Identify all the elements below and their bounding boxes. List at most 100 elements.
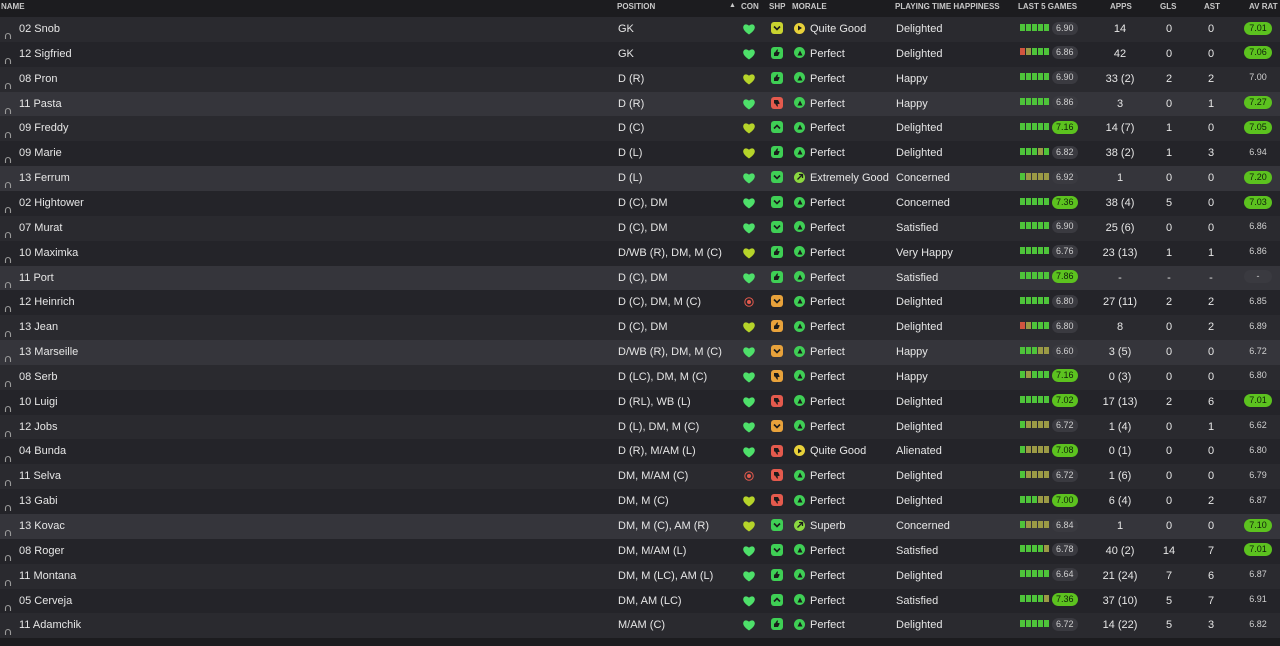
average-rating-badge: 7.05 [1244, 120, 1272, 134]
table-row[interactable]: 09 Freddy D (C) Perfect Delighted 7.16 14 (7)… [0, 116, 1280, 142]
player-name[interactable]: 05 Cerveja [19, 589, 72, 614]
player-name[interactable]: 11 Selva [19, 464, 61, 489]
goals: 0 [1165, 445, 1173, 458]
column-header-playing-time-happiness[interactable]: PLAYING TIME HAPPINESS [895, 2, 1000, 11]
table-row[interactable]: 11 Adamchik M/AM (C) Perfect Delighted 6.72 1… [0, 613, 1280, 639]
morale-cell: Perfect [794, 365, 845, 390]
last-5-games: 6.90 [1020, 17, 1094, 42]
table-row[interactable]: 12 Heinrich D (C), DM, M (C) Perfect Deligh… [0, 290, 1280, 316]
player-status-icon [4, 241, 14, 266]
table-row[interactable]: 12 Jobs D (L), DM, M (C) Perfect Delighted 6… [0, 414, 1280, 440]
player-name[interactable]: 13 Jean [19, 315, 58, 340]
last-5-rating-badge: 7.02 [1052, 394, 1078, 408]
sharpness-icon [771, 266, 785, 291]
column-header-ast[interactable]: AST [1204, 2, 1220, 11]
average-rating-badge: 6.82 [1249, 618, 1267, 629]
table-row[interactable]: 13 Gabi DM, M (C) Perfect Delighted 7.00 6 (4… [0, 488, 1280, 515]
player-name[interactable]: 13 Gabi [19, 489, 58, 514]
player-name[interactable]: 08 Roger [19, 539, 64, 564]
goals: 0 [1165, 370, 1173, 383]
player-name[interactable]: 11 Adamchik [19, 613, 81, 638]
player-name[interactable]: 10 Luigi [19, 390, 58, 415]
table-row[interactable]: 08 Pron D (R) Perfect Happy 6.90 33 (2) 2 2 7.00 [0, 66, 1280, 92]
player-name[interactable]: 13 Kovac [19, 514, 65, 539]
player-name[interactable]: 08 Serb [19, 365, 58, 390]
column-header-name[interactable]: NAME [1, 2, 25, 11]
column-header-av-rat[interactable]: AV RAT [1249, 2, 1278, 11]
table-row[interactable]: 11 Montana DM, M (LC), AM (L) Perfect Delig… [0, 563, 1280, 589]
condition-heart-icon [742, 613, 756, 638]
player-name[interactable]: 02 Snob [19, 17, 60, 42]
column-header-apps[interactable]: APPS [1110, 2, 1132, 11]
apps: 1 (4) [1108, 420, 1132, 433]
morale-label: Perfect [810, 619, 845, 632]
player-position: M/AM (C) [618, 619, 666, 632]
table-row[interactable]: 05 Cerveja DM, AM (LC) Perfect Satisfied 7.3… [0, 588, 1280, 614]
table-row[interactable]: 02 Hightower D (C), DM Perfect Concerned 7.3… [0, 190, 1280, 216]
player-name[interactable]: 04 Bunda [19, 439, 66, 464]
player-name[interactable]: 12 Heinrich [19, 290, 75, 315]
table-row[interactable]: 13 Marseille D/WB (R), DM, M (C) Perfect Ha… [0, 340, 1280, 366]
morale-cell: Extremely Good [794, 166, 889, 191]
player-name[interactable]: 11 Pasta [19, 92, 62, 117]
average-rating-badge: 6.85 [1249, 295, 1267, 306]
table-row[interactable]: 09 Marie D (L) Perfect Delighted 6.82 38 (2) 1… [0, 141, 1280, 167]
column-header-morale[interactable]: MORALE [792, 2, 827, 11]
average-rating-badge: 6.87 [1249, 569, 1267, 580]
last-5-games: 6.90 [1020, 216, 1094, 241]
last-5-games: 6.60 [1020, 340, 1094, 365]
average-rating-badge: 7.06 [1244, 46, 1272, 60]
player-name[interactable]: 08 Pron [19, 67, 58, 92]
column-header-last-5-games[interactable]: LAST 5 GAMES [1018, 2, 1077, 11]
goals: - [1167, 271, 1171, 284]
table-row[interactable]: 13 Jean D (C), DM Perfect Delighted 6.80 8 0 2 6… [0, 315, 1280, 341]
player-name[interactable]: 11 Montana [19, 564, 76, 589]
player-name[interactable]: 13 Ferrum [19, 166, 70, 191]
player-name[interactable]: 07 Murat [19, 216, 62, 241]
table-row[interactable]: 11 Selva DM, M/AM (C) Perfect Delighted 6.72… [0, 464, 1280, 490]
player-name[interactable]: 13 Marseille [19, 340, 78, 365]
table-row[interactable]: 08 Serb D (LC), DM, M (C) Perfect Happy 7.16… [0, 364, 1280, 390]
average-rating: 6.79 [1244, 464, 1274, 489]
column-header-con[interactable]: CON [741, 2, 759, 11]
playing-time-happiness: Alienated [896, 445, 942, 458]
column-header-gls[interactable]: GLS [1160, 2, 1176, 11]
morale-cell: Perfect [794, 390, 845, 415]
player-name[interactable]: 09 Freddy [19, 116, 69, 141]
table-row[interactable]: 02 Snob GK Quite Good Delighted 6.90 14 0 0 7.01 [0, 17, 1280, 42]
table-row[interactable]: 07 Murat D (C), DM Perfect Satisfied 6.90 25 … [0, 215, 1280, 241]
table-row[interactable]: 11 Port D (C), DM Perfect Satisfied 7.86 - - - - [0, 265, 1280, 291]
table-row[interactable]: 10 Maximka D/WB (R), DM, M (C) Perfect Very… [0, 240, 1280, 266]
table-row[interactable]: 13 Kovac DM, M (C), AM (R) Superb Concerned… [0, 514, 1280, 539]
last-5-rating-badge: 6.72 [1052, 419, 1078, 433]
morale-label: Perfect [810, 395, 845, 408]
table-row[interactable]: 13 Ferrum D (L) Extremely Good Concerned 6.9… [0, 166, 1280, 192]
average-rating: 6.94 [1244, 141, 1274, 166]
player-name[interactable]: 12 Jobs [19, 415, 58, 440]
apps: 42 [1113, 47, 1127, 60]
morale-cell: Perfect [794, 266, 845, 291]
player-name[interactable]: 10 Maximka [19, 241, 78, 266]
player-status-icon [4, 613, 14, 638]
assists: 0 [1207, 23, 1215, 35]
condition-heart-icon [742, 315, 756, 340]
average-rating-badge: 6.72 [1249, 345, 1267, 356]
column-header-position[interactable]: POSITION [617, 2, 655, 11]
assists: 0 [1207, 520, 1215, 532]
column-header-shp[interactable]: SHP [769, 2, 785, 11]
player-name[interactable]: 02 Hightower [19, 191, 84, 216]
form-bars [1020, 488, 1050, 513]
morale-label: Perfect [810, 346, 845, 359]
table-row[interactable]: 04 Bunda D (R), M/AM (L) Quite Good Alienat… [0, 439, 1280, 465]
player-name[interactable]: 11 Port [19, 266, 54, 291]
player-name[interactable]: 12 Sigfried [19, 42, 72, 67]
sharpness-icon [771, 415, 785, 440]
table-row[interactable]: 11 Pasta D (R) Perfect Happy 6.86 3 0 1 7.27 [0, 91, 1280, 117]
assists: 0 [1207, 122, 1215, 135]
player-name[interactable]: 09 Marie [19, 141, 62, 166]
average-rating-badge: 7.01 [1244, 543, 1272, 557]
table-row[interactable]: 08 Roger DM, M/AM (L) Perfect Satisfied 6.78… [0, 538, 1280, 564]
morale-cell: Quite Good [794, 17, 866, 42]
table-row[interactable]: 10 Luigi D (RL), WB (L) Perfect Delighted 7.… [0, 389, 1280, 415]
table-row[interactable]: 12 Sigfried GK Perfect Delighted 6.86 42 0 0 7.0… [0, 41, 1280, 67]
